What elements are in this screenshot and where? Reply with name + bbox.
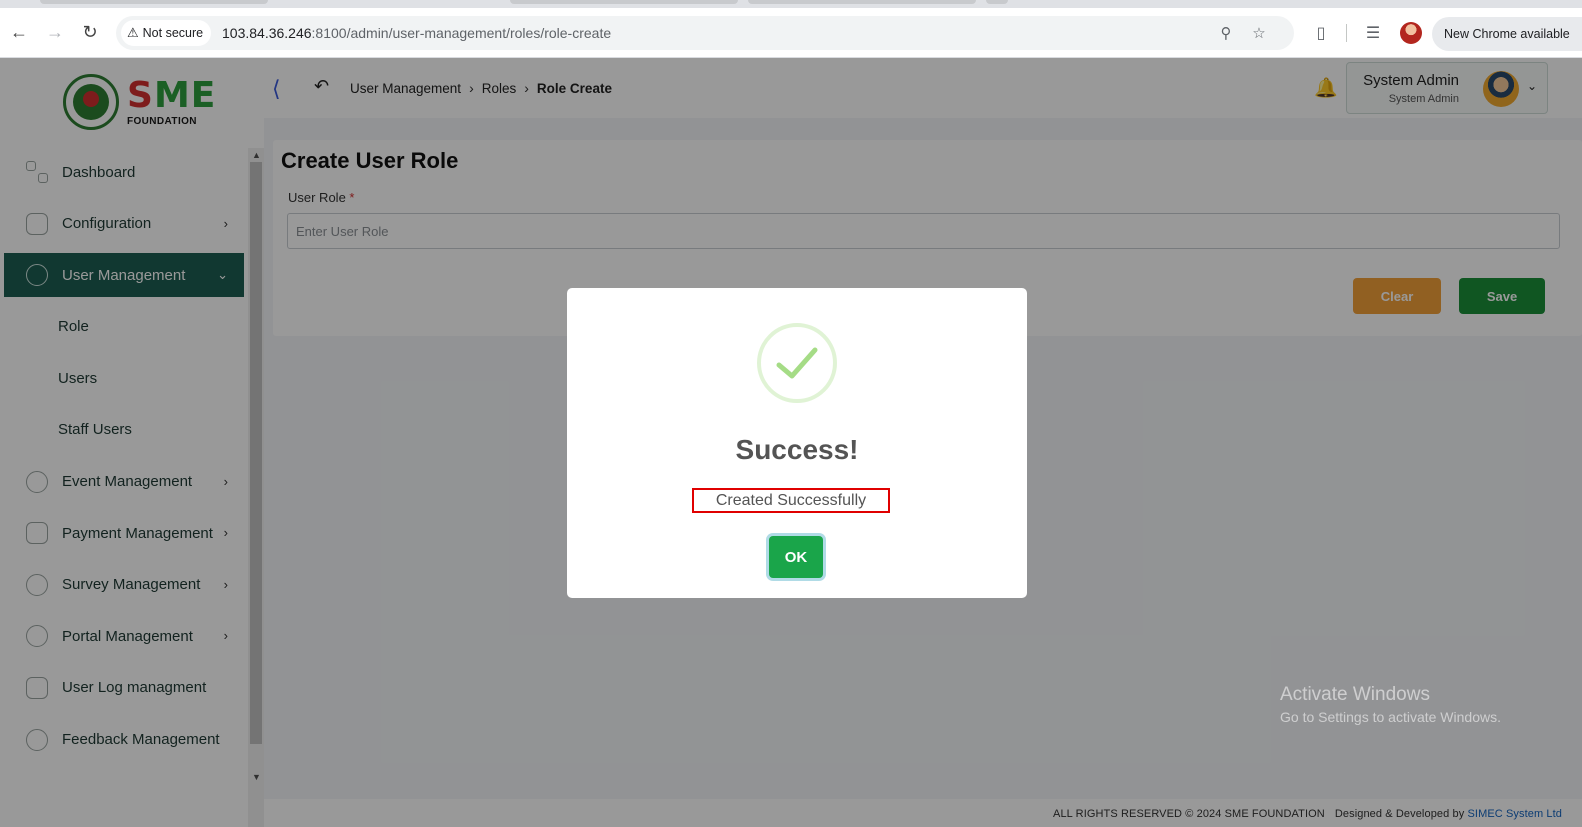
reload-icon[interactable]: ↻	[79, 21, 101, 43]
chrome-update-button[interactable]: New Chrome available ⋮	[1432, 17, 1582, 51]
browser-tab[interactable]	[986, 0, 1008, 4]
kebab-menu-icon[interactable]: ⋮	[1578, 27, 1582, 42]
media-queue-icon[interactable]: ☰	[1362, 22, 1384, 44]
toolbar-divider	[1346, 24, 1347, 42]
bookmark-star-icon[interactable]: ☆	[1249, 23, 1269, 43]
chrome-update-label: New Chrome available	[1444, 27, 1570, 41]
forward-arrow-icon[interactable]: →	[44, 21, 66, 43]
windows-activation-watermark: Activate Windows Go to Settings to activ…	[1280, 684, 1501, 725]
dialog-title: Success!	[735, 434, 859, 465]
extensions-icon[interactable]: ▯	[1310, 22, 1332, 44]
zoom-icon[interactable]: ⚲	[1216, 23, 1236, 43]
success-dialog: Success! Created Successfully OK	[567, 288, 1027, 598]
success-check-icon	[757, 323, 837, 403]
address-bar[interactable]: ⚠ Not secure 103.84.36.246:8100/admin/us…	[116, 16, 1294, 50]
url-text[interactable]: 103.84.36.246:8100/admin/user-management…	[222, 25, 611, 41]
profile-avatar-icon[interactable]	[1400, 22, 1422, 44]
security-chip[interactable]: ⚠ Not secure	[121, 20, 212, 46]
browser-toolbar: ← → ↻ ⚠ Not secure 103.84.36.246:8100/ad…	[0, 8, 1582, 58]
url-path: :8100/admin/user-management/roles/role-c…	[311, 25, 612, 41]
ok-button[interactable]: OK	[769, 536, 823, 578]
watermark-subtitle: Go to Settings to activate Windows.	[1280, 709, 1501, 725]
browser-tab[interactable]	[40, 0, 268, 4]
browser-tab[interactable]	[510, 0, 738, 4]
back-arrow-icon[interactable]: ←	[8, 21, 30, 43]
url-host: 103.84.36.246	[222, 25, 312, 41]
browser-tabstrip	[0, 0, 1582, 8]
dialog-message: Created Successfully	[692, 488, 890, 513]
security-label: Not secure	[142, 26, 204, 40]
warning-icon: ⚠	[127, 25, 139, 40]
checkmark-icon	[776, 347, 818, 379]
watermark-title: Activate Windows	[1280, 684, 1430, 705]
browser-tab[interactable]	[748, 0, 976, 4]
